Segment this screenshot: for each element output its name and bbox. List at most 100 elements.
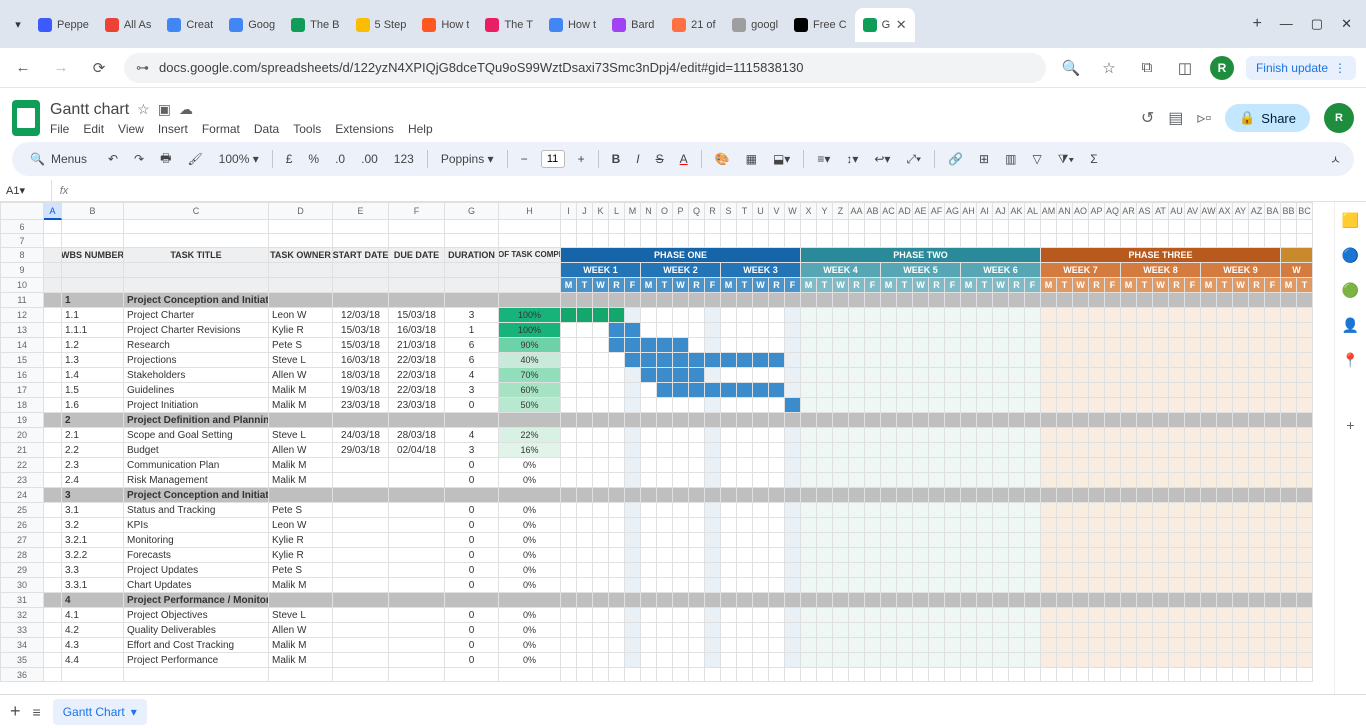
- cell[interactable]: [865, 488, 881, 503]
- cell[interactable]: [269, 263, 333, 278]
- cell[interactable]: [499, 278, 561, 293]
- cell[interactable]: [389, 293, 445, 308]
- row-header[interactable]: 17: [0, 383, 44, 398]
- cell[interactable]: [625, 608, 641, 623]
- day-header[interactable]: T: [737, 278, 753, 293]
- cell[interactable]: [499, 234, 561, 248]
- cell[interactable]: [333, 293, 389, 308]
- cell[interactable]: [44, 308, 62, 323]
- cell[interactable]: [1137, 623, 1153, 638]
- cell[interactable]: [1041, 458, 1057, 473]
- cell[interactable]: [833, 623, 849, 638]
- cell[interactable]: [1121, 593, 1137, 608]
- cell[interactable]: [785, 593, 801, 608]
- cell[interactable]: Kylie R: [269, 323, 333, 338]
- cell[interactable]: [801, 234, 817, 248]
- cell[interactable]: [641, 458, 657, 473]
- cell[interactable]: [1233, 308, 1249, 323]
- cell[interactable]: [44, 278, 62, 293]
- finish-update-button[interactable]: Finish update ⋮: [1246, 56, 1356, 80]
- cell[interactable]: [1281, 668, 1297, 682]
- cell[interactable]: [1025, 668, 1041, 682]
- cell[interactable]: [499, 668, 561, 682]
- cell[interactable]: 0: [445, 533, 499, 548]
- cell[interactable]: [333, 533, 389, 548]
- phase-header[interactable]: PHASE TWO: [801, 248, 1041, 263]
- cell[interactable]: [1105, 428, 1121, 443]
- cell[interactable]: [641, 398, 657, 413]
- cell[interactable]: [657, 383, 673, 398]
- cell[interactable]: [1153, 220, 1169, 234]
- row-header[interactable]: 6: [0, 220, 44, 234]
- cell[interactable]: [1169, 383, 1185, 398]
- cell[interactable]: [897, 383, 913, 398]
- cell[interactable]: [1041, 638, 1057, 653]
- cell[interactable]: [817, 593, 833, 608]
- cell[interactable]: [1105, 398, 1121, 413]
- cell[interactable]: [705, 443, 721, 458]
- cell[interactable]: [1041, 234, 1057, 248]
- cell[interactable]: [609, 653, 625, 668]
- cell[interactable]: [721, 293, 737, 308]
- cell[interactable]: [1297, 533, 1313, 548]
- cell[interactable]: [721, 353, 737, 368]
- cell[interactable]: [577, 308, 593, 323]
- cell[interactable]: [1281, 234, 1297, 248]
- cell[interactable]: [929, 458, 945, 473]
- cell[interactable]: START DATE: [333, 248, 389, 263]
- cell[interactable]: [333, 234, 389, 248]
- cell[interactable]: [1009, 473, 1025, 488]
- cell[interactable]: [785, 653, 801, 668]
- cell[interactable]: [1041, 413, 1057, 428]
- day-header[interactable]: W: [593, 278, 609, 293]
- cell[interactable]: [1121, 383, 1137, 398]
- cell[interactable]: [705, 503, 721, 518]
- cell[interactable]: [1009, 308, 1025, 323]
- cell[interactable]: [1121, 473, 1137, 488]
- cell[interactable]: [1105, 653, 1121, 668]
- column-header[interactable]: AZ: [1249, 202, 1265, 220]
- cell[interactable]: [785, 234, 801, 248]
- cell[interactable]: [625, 443, 641, 458]
- cell[interactable]: [673, 428, 689, 443]
- cell[interactable]: [753, 488, 769, 503]
- cell[interactable]: [389, 234, 445, 248]
- cell[interactable]: [389, 653, 445, 668]
- cell[interactable]: [1201, 503, 1217, 518]
- cell[interactable]: [1169, 563, 1185, 578]
- cell[interactable]: [499, 593, 561, 608]
- cell[interactable]: [1121, 308, 1137, 323]
- cell[interactable]: [1249, 473, 1265, 488]
- cell[interactable]: [609, 638, 625, 653]
- cell[interactable]: [689, 668, 705, 682]
- cell[interactable]: [1233, 548, 1249, 563]
- cell[interactable]: [609, 533, 625, 548]
- cell[interactable]: [1281, 533, 1297, 548]
- cell[interactable]: [1057, 234, 1073, 248]
- cell[interactable]: [945, 323, 961, 338]
- cell[interactable]: [929, 220, 945, 234]
- cell[interactable]: [945, 623, 961, 638]
- cell[interactable]: [269, 278, 333, 293]
- row-header[interactable]: 9: [0, 263, 44, 278]
- column-header[interactable]: X: [801, 202, 817, 220]
- cell[interactable]: [625, 383, 641, 398]
- cell[interactable]: [769, 638, 785, 653]
- cell[interactable]: 15/03/18: [333, 338, 389, 353]
- cell[interactable]: [269, 293, 333, 308]
- cell[interactable]: [62, 234, 124, 248]
- cell[interactable]: [1249, 428, 1265, 443]
- cell[interactable]: [561, 368, 577, 383]
- cell[interactable]: [897, 608, 913, 623]
- cell[interactable]: 3: [445, 443, 499, 458]
- cell[interactable]: Malik M: [269, 398, 333, 413]
- cell[interactable]: [1137, 428, 1153, 443]
- cell[interactable]: [977, 638, 993, 653]
- cell[interactable]: [1249, 533, 1265, 548]
- day-header[interactable]: T: [977, 278, 993, 293]
- cell[interactable]: [593, 220, 609, 234]
- cell[interactable]: 19/03/18: [333, 383, 389, 398]
- cell[interactable]: [657, 563, 673, 578]
- cell[interactable]: [945, 234, 961, 248]
- menu-edit[interactable]: Edit: [83, 122, 104, 136]
